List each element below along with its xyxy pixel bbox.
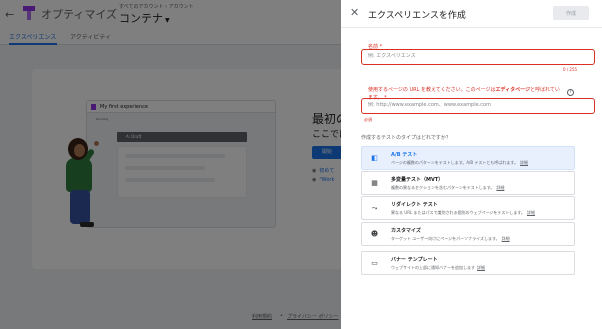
- test-type-question: 作成するテストのタイプはどれですか？: [361, 135, 451, 141]
- type-option-description: ページの複数のパターンをテストします。A/B テストとも呼ばれます。 詳細: [391, 160, 529, 165]
- details-link[interactable]: 詳細: [477, 265, 485, 270]
- url-required-error: 必須: [364, 117, 372, 122]
- type-option-title: カスタマイズ: [391, 228, 421, 234]
- name-input[interactable]: [368, 53, 588, 59]
- type-option-ab-test[interactable]: ◧ A/B テスト ページの複数のパターンをテストします。A/B テストとも呼ば…: [361, 146, 575, 170]
- details-link[interactable]: 詳細: [496, 185, 504, 190]
- type-option-mvt[interactable]: ▦ 多変量テスト（MVT） 複数の異なるセクションを含むパターンをテストします。…: [361, 171, 575, 195]
- name-field: [361, 49, 595, 65]
- type-option-description: ターゲット ユーザー向けにページをパーソナライズします。 詳細: [391, 236, 510, 241]
- redirect-icon: ⤳: [371, 204, 378, 212]
- person-customize-icon: ☻: [370, 230, 379, 238]
- editor-page-url-input[interactable]: [368, 102, 588, 108]
- divider: [341, 27, 602, 28]
- type-option-description: ウェブサイトの上部に通知バナーを追加します 詳細: [391, 265, 485, 270]
- details-link[interactable]: 詳細: [520, 160, 528, 165]
- type-option-personalization[interactable]: ☻ カスタマイズ ターゲット ユーザー向けにページをパーソナライズします。 詳細: [361, 222, 575, 246]
- close-icon[interactable]: ✕: [350, 6, 359, 19]
- type-option-description: 複数の異なるセクションを含むパターンをテストします。 詳細: [391, 185, 505, 190]
- details-link[interactable]: 詳細: [502, 236, 510, 241]
- mvt-grid-icon: ▦: [371, 179, 378, 187]
- ab-test-icon: ◧: [371, 154, 378, 162]
- help-icon[interactable]: ?: [567, 89, 574, 96]
- editor-page-term: エディタページ: [495, 87, 531, 93]
- name-char-counter: 0 / 255: [563, 67, 578, 72]
- panel-title: エクスペリエンスを作成: [368, 11, 466, 21]
- type-option-title: A/B テスト: [391, 152, 418, 158]
- type-option-banner[interactable]: ▭ バナー テンプレート ウェブサイトの上部に通知バナーを追加します 詳細: [361, 251, 575, 275]
- details-link[interactable]: 詳細: [527, 210, 535, 215]
- type-option-redirect[interactable]: ⤳ リダイレクト テスト 異なる URL またはパスで識別される個別のウェブペー…: [361, 196, 575, 220]
- banner-icon: ▭: [371, 259, 378, 267]
- type-option-description: 異なる URL またはパスで識別される個別のウェブページをテストします。 詳細: [391, 210, 535, 215]
- type-option-title: バナー テンプレート: [391, 257, 438, 263]
- type-option-title: 多変量テスト（MVT）: [391, 177, 444, 183]
- create-experience-panel: ✕ エクスペリエンスを作成 作成 名前 * 0 / 255 使用するページの U…: [341, 0, 602, 329]
- type-option-title: リダイレクト テスト: [391, 202, 438, 208]
- create-button[interactable]: 作成: [553, 6, 589, 20]
- url-field: [361, 98, 595, 114]
